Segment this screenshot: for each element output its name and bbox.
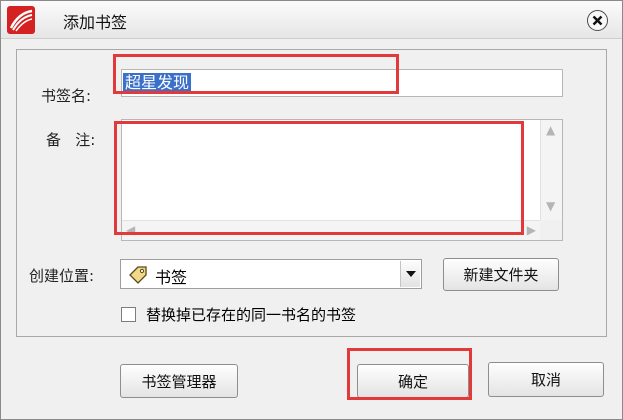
dialog-title: 添加书签 <box>63 13 128 32</box>
ok-button[interactable]: 确定 <box>357 364 469 398</box>
location-select[interactable]: 书签 <box>120 259 422 289</box>
note-textarea[interactable]: ▲ ▼ ◀ ▶ <box>121 119 563 241</box>
replace-checkbox-label: 替换掉已存在的同一书名的书签 <box>146 306 357 324</box>
scroll-up-icon[interactable]: ▲ <box>546 124 555 136</box>
replace-checkbox[interactable] <box>121 307 136 322</box>
bookmark-name-value: 超星发现 <box>123 73 192 93</box>
cancel-button[interactable]: 取消 <box>488 362 604 397</box>
scroll-corner <box>540 220 562 240</box>
add-bookmark-dialog: 添加书签 书签名: 超星发现 备 注: ▲ ▼ ◀ ▶ 创建位置: 书签 新建文… <box>0 0 623 420</box>
close-icon <box>592 15 603 26</box>
bookmark-manager-button[interactable]: 书签管理器 <box>120 364 238 398</box>
bookmark-name-label: 书签名: <box>41 87 92 105</box>
bookmark-name-input[interactable]: 超星发现 <box>121 69 563 97</box>
close-button[interactable] <box>587 10 608 31</box>
title-bar: 添加书签 <box>1 1 622 39</box>
location-label: 创建位置: <box>29 267 95 285</box>
chevron-down-icon <box>406 271 416 277</box>
note-vertical-scrollbar[interactable]: ▲ ▼ <box>540 120 562 220</box>
app-logo-icon <box>7 6 35 34</box>
scroll-left-icon[interactable]: ◀ <box>126 224 135 236</box>
scroll-down-icon[interactable]: ▼ <box>546 200 555 212</box>
scroll-right-icon[interactable]: ▶ <box>527 224 536 236</box>
note-horizontal-scrollbar[interactable]: ◀ ▶ <box>122 220 540 240</box>
note-label: 备 注: <box>46 131 96 149</box>
location-dropdown-button[interactable] <box>400 261 420 287</box>
new-folder-button[interactable]: 新建文件夹 <box>443 258 559 291</box>
location-value: 书签 <box>155 268 188 287</box>
tag-icon <box>127 264 149 286</box>
